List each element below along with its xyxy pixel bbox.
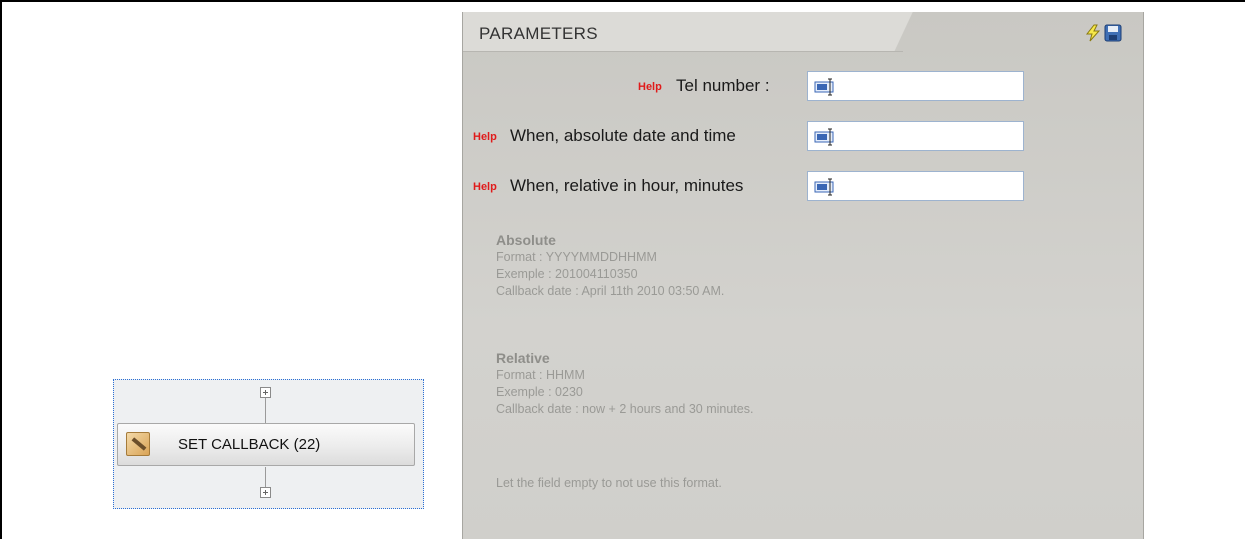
text-input-icon [814, 78, 834, 96]
help-link-absolute[interactable]: Help [473, 131, 497, 143]
connector-top [265, 398, 266, 423]
absolute-date-label: When, absolute date and time [510, 126, 736, 145]
connector-bottom [265, 467, 266, 487]
absolute-info: Absolute Format : YYYYMMDDHHMM Exemple :… [496, 232, 724, 300]
tel-number-input[interactable] [807, 71, 1024, 101]
relative-time-input[interactable] [807, 171, 1024, 201]
expand-top-icon[interactable] [260, 387, 271, 398]
parameters-panel: PARAMETERS Help Tel number : Help When, … [462, 12, 1144, 539]
help-link-relative[interactable]: Help [473, 181, 497, 193]
empty-field-note: Let the field empty to not use this form… [496, 476, 722, 490]
lightning-icon[interactable] [1084, 24, 1102, 42]
absolute-date-row: Help When, absolute date and time [463, 121, 1143, 153]
text-input-icon [814, 128, 834, 146]
relative-time-label: When, relative in hour, minutes [510, 176, 744, 195]
help-link-tel[interactable]: Help [638, 81, 662, 93]
relative-info: Relative Format : HHMM Exemple : 0230 Ca… [496, 350, 753, 418]
panel-tab-divider [463, 51, 903, 52]
frame-top-border [0, 0, 1245, 2]
panel-title: PARAMETERS [479, 24, 598, 43]
node-label: SET CALLBACK (22) [178, 436, 321, 453]
absolute-example: Exemple : 201004110350 [496, 267, 638, 281]
relative-format: Format : HHMM [496, 368, 585, 382]
tel-number-row: Help Tel number : [463, 71, 1143, 103]
relative-time-row: Help When, relative in hour, minutes [463, 171, 1143, 203]
flow-node-container[interactable]: SET CALLBACK (22) [113, 379, 424, 509]
relative-example: Exemple : 0230 [496, 385, 583, 399]
relative-heading: Relative [496, 350, 550, 366]
expand-bottom-icon[interactable] [260, 487, 271, 498]
set-callback-node[interactable]: SET CALLBACK (22) [117, 423, 415, 466]
absolute-heading: Absolute [496, 232, 556, 248]
absolute-format: Format : YYYYMMDDHHMM [496, 250, 657, 264]
absolute-date-input[interactable] [807, 121, 1024, 151]
relative-callback: Callback date : now + 2 hours and 30 min… [496, 402, 754, 416]
edit-note-icon [126, 432, 150, 456]
frame-left-border [0, 0, 2, 539]
absolute-callback: Callback date : April 11th 2010 03:50 AM… [496, 284, 725, 298]
text-input-icon [814, 178, 834, 196]
panel-tab-slant [873, 12, 933, 52]
save-icon[interactable] [1104, 24, 1122, 42]
tel-number-label: Tel number : [676, 76, 770, 95]
